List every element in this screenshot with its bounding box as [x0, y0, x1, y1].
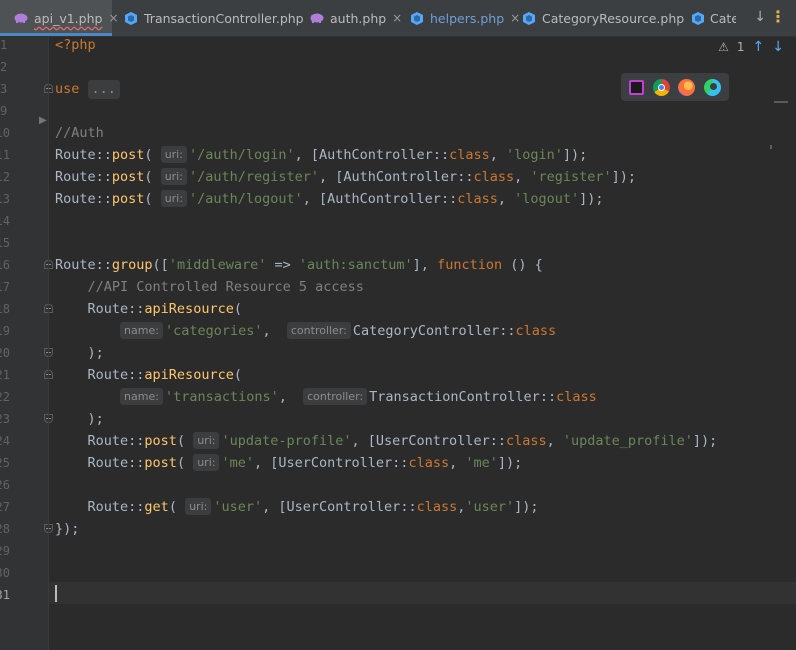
tab-label: api_v1.php — [34, 10, 103, 26]
more-options-icon[interactable]: ⋮ — [770, 7, 786, 26]
code-line-18: Route::apiResource( — [87, 301, 242, 317]
code-line-3: use ... — [55, 78, 120, 100]
param-hint: uri: — [160, 168, 187, 185]
line-number: 23 — [0, 412, 10, 426]
line-number-gutter: 1 2 3 9 10 11 12 13 14 15 16 17 18 19 20… — [0, 37, 53, 650]
tab-list-dropdown-icon[interactable]: ↓ — [754, 9, 766, 25]
code-line-16: Route::group(['middleware' => 'auth:sanc… — [55, 257, 543, 273]
param-hint: name: — [120, 322, 163, 339]
close-icon[interactable]: × — [510, 11, 520, 25]
line-number: 13 — [0, 192, 10, 206]
tab-label: helpers.php — [430, 10, 505, 26]
line-number: 15 — [0, 236, 10, 250]
browser-preview-toolbar — [621, 73, 729, 101]
folded-imports[interactable]: ... — [87, 80, 120, 99]
warning-icon: ⚠ — [718, 40, 729, 54]
line-number: 2 — [0, 60, 8, 74]
param-hint: uri: — [160, 146, 187, 163]
tab-api-v1[interactable]: api_v1.php × — [0, 0, 119, 36]
line-number: 25 — [0, 456, 10, 470]
line-number: 19 — [0, 324, 10, 338]
code-line-25: Route::post( uri:'me', [UserController::… — [87, 454, 523, 471]
param-hint: controller: — [303, 388, 368, 405]
line-number: 20 — [0, 346, 10, 360]
line-number-current: 31 — [0, 588, 10, 602]
warning-count: 1 — [736, 40, 745, 54]
current-line-highlight — [49, 582, 796, 604]
line-number: 11 — [0, 148, 10, 162]
line-number: 3 — [0, 82, 8, 96]
tab-label: Cate — [710, 10, 736, 26]
fold-arrow-icon[interactable]: ▶ — [39, 115, 47, 126]
param-hint: uri: — [193, 432, 220, 449]
line-number: 21 — [0, 368, 10, 382]
inspections-widget[interactable]: ⚠ 1 ↑ ↓ — [718, 37, 784, 57]
code-line-21: Route::apiResource( — [87, 367, 242, 383]
code-line-23: ); — [55, 411, 104, 427]
firefox-icon[interactable] — [678, 78, 696, 96]
code-line-10: //Auth — [55, 125, 104, 141]
code-line-17: //API Controlled Resource 5 access — [87, 279, 364, 295]
code-line-27: Route::get( uri:'user', [UserController:… — [87, 498, 539, 515]
param-hint: uri: — [160, 190, 187, 207]
code-editor[interactable]: 1 2 3 9 10 11 12 13 14 15 16 17 18 19 20… — [0, 37, 796, 650]
tab-transaction-controller[interactable]: TransactionController.php × — [124, 0, 320, 36]
php-class-icon — [692, 11, 704, 25]
tab-label: CategoryResource.php — [542, 10, 685, 26]
code-line-1: <?php — [55, 37, 96, 53]
php-elephant-icon — [14, 11, 28, 25]
code-line-19: name:'categories', controller: CategoryCo… — [55, 320, 556, 342]
tab-category-resource[interactable]: CategoryResource.php × — [522, 0, 700, 36]
code-line-11: Route::post( uri: '/auth/login', [AuthCon… — [55, 146, 588, 163]
scrollbar-marker — [770, 145, 772, 149]
code-line-24: Route::post( uri:'update-profile', [User… — [87, 432, 718, 449]
param-hint: uri: — [193, 454, 220, 471]
previous-highlight-icon[interactable]: ↑ — [753, 39, 765, 55]
line-number: 14 — [0, 214, 10, 228]
close-icon[interactable]: × — [108, 11, 118, 25]
line-number: 18 — [0, 302, 10, 316]
code-line-20: ); — [55, 345, 104, 361]
edge-icon[interactable] — [703, 78, 721, 96]
line-number: 12 — [0, 170, 10, 184]
close-icon[interactable]: × — [392, 11, 402, 25]
line-number: 22 — [0, 390, 10, 404]
phpstorm-browser-icon[interactable] — [629, 79, 645, 95]
code-line-12: Route::post( uri: '/auth/register', [Auth… — [55, 168, 637, 185]
text-caret — [55, 585, 57, 602]
code-line-22: name:'transactions', controller: Transact… — [55, 386, 597, 408]
line-number: 24 — [0, 434, 10, 448]
tab-label: TransactionController.php — [144, 10, 304, 26]
line-number: 29 — [0, 544, 10, 558]
scrollbar-marker — [774, 101, 788, 103]
tab-helpers[interactable]: helpers.php × — [410, 0, 520, 36]
code-line-13: Route::post( uri: '/auth/logout', [AuthCo… — [55, 190, 604, 207]
param-hint: controller: — [286, 322, 351, 339]
tab-label: auth.php — [330, 10, 387, 26]
chrome-icon[interactable] — [652, 78, 670, 96]
php-class-icon — [410, 11, 424, 25]
param-hint: name: — [120, 388, 163, 405]
line-number: 28 — [0, 522, 10, 536]
tab-auth[interactable]: auth.php × — [310, 0, 402, 36]
line-number: 9 — [0, 104, 8, 118]
gutter-divider — [48, 37, 49, 650]
code-line-28: }); — [55, 521, 80, 537]
line-number: 10 — [0, 126, 10, 140]
param-hint: uri: — [185, 498, 212, 515]
line-number: 27 — [0, 500, 10, 514]
php-class-icon — [124, 11, 138, 25]
line-number: 30 — [0, 566, 10, 580]
php-class-icon — [522, 11, 536, 25]
tab-cate[interactable]: Cate — [692, 0, 736, 36]
line-number: 1 — [0, 38, 8, 52]
next-highlight-icon[interactable]: ↓ — [772, 39, 784, 55]
php-elephant-icon — [310, 11, 324, 25]
line-number: 17 — [0, 280, 10, 294]
line-number: 26 — [0, 478, 10, 492]
editor-tab-bar: api_v1.php × TransactionController.php ×… — [0, 0, 796, 37]
line-number: 16 — [0, 258, 10, 272]
